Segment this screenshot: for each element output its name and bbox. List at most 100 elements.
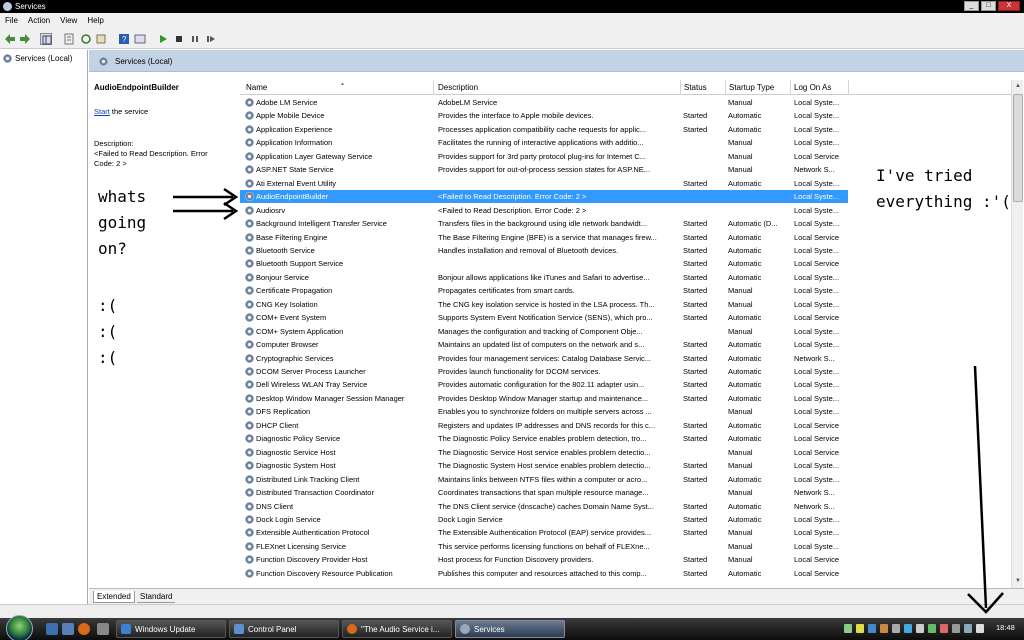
table-row[interactable]: Background Intelligent Transfer Service T… (240, 217, 848, 230)
table-row[interactable]: DFS Replication Enables you to synchroniz… (240, 405, 848, 418)
column-divider[interactable] (680, 80, 681, 95)
column-divider[interactable] (433, 80, 434, 95)
table-row[interactable]: Certificate Propagation Propagates certif… (240, 284, 848, 297)
help-icon[interactable]: ? (118, 33, 130, 45)
restart-service-icon[interactable] (205, 33, 217, 45)
table-row[interactable]: CNG Key Isolation The CNG key isolation s… (240, 298, 848, 311)
tree-item-services-local[interactable]: Services (Local) (3, 54, 72, 63)
table-row[interactable]: Diagnostic Policy Service The Diagnostic … (240, 432, 848, 445)
table-row[interactable]: Application Layer Gateway Service Provide… (240, 150, 848, 163)
taskbar-button-control-panel[interactable]: Control Panel (229, 620, 339, 638)
taskbar-button-services[interactable]: Services (455, 620, 565, 638)
refresh-icon[interactable] (80, 33, 92, 45)
switch-windows-icon[interactable] (62, 623, 74, 635)
tray-app-icon[interactable] (916, 624, 924, 633)
forward-arrow-icon[interactable] (19, 33, 31, 45)
column-header-name[interactable]: Name ▲ (246, 81, 345, 95)
table-row[interactable]: AudioEndpointBuilder <Failed to Read Desc… (240, 190, 848, 204)
tray-app-icon[interactable] (880, 624, 888, 633)
properties-icon[interactable] (63, 33, 75, 45)
bluetooth-icon[interactable] (904, 624, 912, 633)
network-icon[interactable] (964, 624, 972, 633)
table-row[interactable]: Base Filtering Engine The Base Filtering … (240, 231, 848, 244)
firefox-icon[interactable] (78, 623, 90, 635)
tray-app-icon[interactable] (928, 624, 936, 633)
close-button[interactable]: X (998, 1, 1020, 11)
table-row[interactable]: COM+ Event System Supports System Event N… (240, 311, 848, 324)
column-divider[interactable] (848, 80, 849, 95)
table-row[interactable]: Desktop Window Manager Session Manager Pr… (240, 392, 848, 405)
table-row[interactable]: FLEXnet Licensing Service This service pe… (240, 540, 848, 553)
table-row[interactable]: DCOM Server Process Launcher Provides lau… (240, 365, 848, 378)
table-row[interactable]: Adobe LM Service AdobeLM Service Manual Loc… (240, 96, 848, 109)
menu-action[interactable]: Action (23, 13, 55, 29)
service-status-cell: Started (683, 219, 708, 229)
column-header-startup-type[interactable]: Startup Type (729, 83, 774, 95)
table-row[interactable]: Function Discovery Provider Host Host pro… (240, 553, 848, 566)
table-row[interactable]: Dell Wireless WLAN Tray Service Provides … (240, 378, 848, 391)
tab-extended[interactable]: Extended (93, 591, 135, 603)
scrollbar-thumb[interactable] (1013, 94, 1023, 202)
tab-standard[interactable]: Standard (137, 591, 176, 603)
tray-app-icon[interactable] (952, 624, 960, 633)
scroll-up-arrow-icon[interactable]: ▲ (1013, 81, 1023, 92)
clock[interactable]: 18:48 (996, 623, 1015, 632)
table-row[interactable]: Extensible Authentication Protocol The Ex… (240, 526, 848, 539)
taskbar-button-windows-update[interactable]: Windows Update (116, 620, 226, 638)
toolbar: ? (0, 29, 1024, 49)
tray-app-icon[interactable] (892, 624, 900, 633)
network-signal-icon[interactable] (844, 624, 852, 633)
scroll-down-arrow-icon[interactable]: ▼ (1013, 576, 1023, 587)
maximize-button[interactable]: □ (981, 1, 996, 11)
column-divider[interactable] (790, 80, 791, 95)
quick-launch-overflow-icon[interactable] (97, 623, 109, 635)
column-header-log-on-as[interactable]: Log On As (794, 83, 831, 95)
menu-view[interactable]: View (55, 13, 82, 29)
table-row[interactable]: Audiosrv <Failed to Read Description. Err… (240, 204, 848, 217)
tray-app-icon[interactable] (868, 624, 876, 633)
table-row[interactable]: Function Discovery Resource Publication P… (240, 567, 848, 580)
table-row[interactable]: Apple Mobile Device Provides the interfac… (240, 109, 848, 122)
view-icon[interactable] (134, 33, 146, 45)
table-row[interactable]: Ati External Event Utility Started Automat… (240, 177, 848, 190)
gear-icon (245, 151, 254, 161)
taskbar-button-browser[interactable]: "The Audio Service i... (342, 620, 452, 638)
table-row[interactable]: Bonjour Service Bonjour allows applicatio… (240, 271, 848, 284)
table-row[interactable]: Bluetooth Service Handles installation an… (240, 244, 848, 257)
table-row[interactable]: Distributed Link Tracking Client Maintain… (240, 473, 848, 486)
show-hide-console-tree-icon[interactable] (40, 33, 52, 45)
column-header-status[interactable]: Status (684, 83, 707, 95)
table-row[interactable]: ASP.NET State Service Provides support fo… (240, 163, 848, 176)
start-service-icon[interactable] (157, 33, 169, 45)
vertical-scrollbar[interactable]: ▲ ▼ (1011, 80, 1023, 588)
start-orb-icon[interactable] (6, 615, 33, 640)
start-service-link[interactable]: Start (94, 107, 110, 116)
table-row[interactable]: Computer Browser Maintains an updated lis… (240, 338, 848, 351)
table-row[interactable]: Distributed Transaction Coordinator Coord… (240, 486, 848, 499)
minimize-button[interactable]: _ (964, 1, 979, 11)
show-desktop-icon[interactable] (46, 623, 58, 635)
table-row[interactable]: Application Experience Processes applicat… (240, 123, 848, 136)
tray-app-icon[interactable] (856, 624, 864, 633)
menu-help[interactable]: Help (82, 13, 108, 29)
table-row[interactable]: DNS Client The DNS Client service (dnscac… (240, 500, 848, 513)
table-row[interactable]: Bluetooth Support Service Started Automati… (240, 257, 848, 270)
table-row[interactable]: Dock Login Service Dock Login Service Star… (240, 513, 848, 526)
table-row[interactable]: Diagnostic Service Host The Diagnostic Se… (240, 446, 848, 459)
table-row[interactable]: COM+ System Application Manages the confi… (240, 325, 848, 338)
column-divider[interactable] (725, 80, 726, 95)
table-row[interactable]: Diagnostic System Host The Diagnostic Sys… (240, 459, 848, 472)
volume-muted-icon[interactable] (976, 624, 984, 633)
table-row[interactable]: DHCP Client Registers and updates IP addr… (240, 419, 848, 432)
table-row[interactable]: Cryptographic Services Provides four mana… (240, 352, 848, 365)
pause-service-icon[interactable] (189, 33, 201, 45)
back-arrow-icon[interactable] (4, 33, 16, 45)
stop-service-icon[interactable] (173, 33, 185, 45)
tray-app-icon[interactable] (940, 624, 948, 633)
window-titlebar[interactable]: Services _ □ X (0, 0, 1024, 13)
table-row[interactable]: Application Information Facilitates the r… (240, 136, 848, 149)
export-list-icon[interactable] (95, 33, 107, 45)
column-header-description[interactable]: Description (438, 83, 478, 95)
service-description-cell: Handles installation and removal of Blue… (438, 245, 619, 255)
menu-file[interactable]: File (0, 13, 23, 29)
